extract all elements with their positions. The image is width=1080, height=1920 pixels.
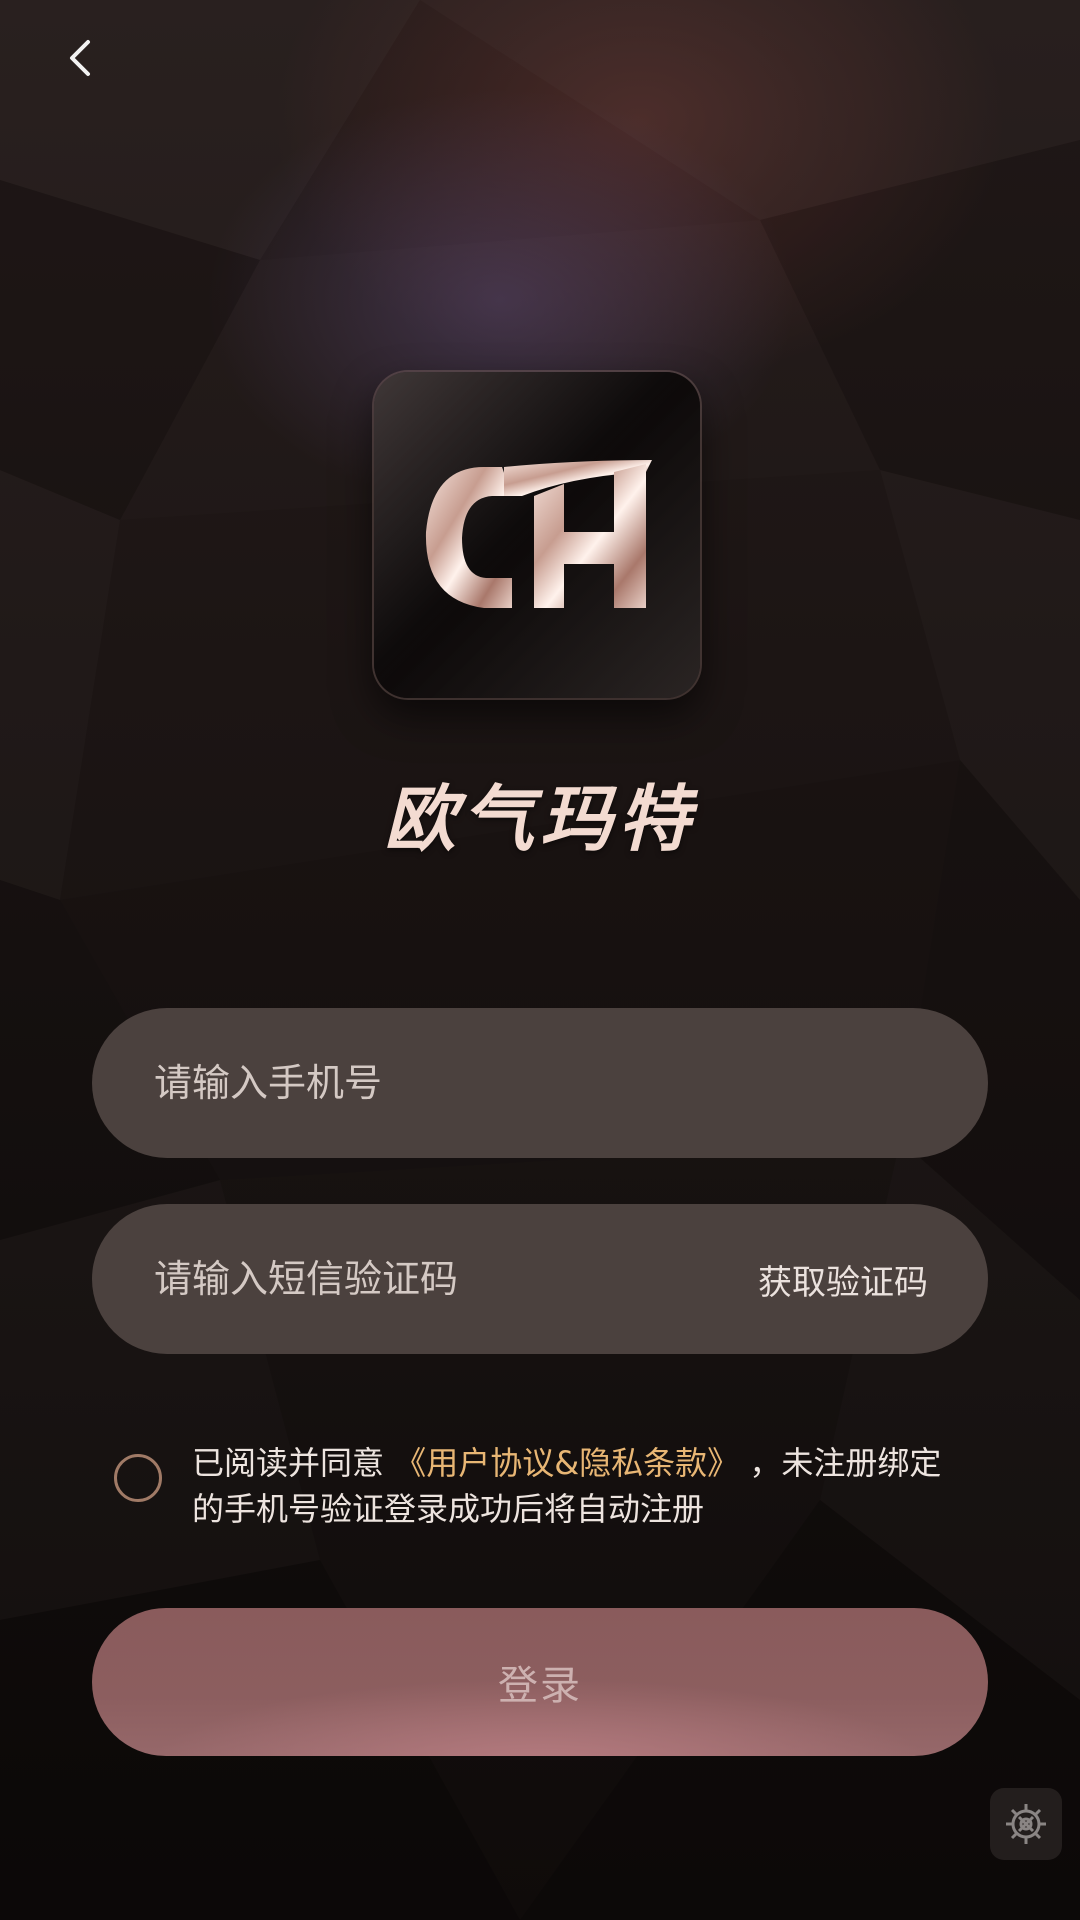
- phone-field[interactable]: [92, 1007, 988, 1159]
- agreement-text: 已阅读并同意 《用户协议&隐私条款》 ，未注册绑定的手机号验证登录成功后将自动注…: [192, 1440, 972, 1532]
- user-agreement-link[interactable]: 《用户协议&隐私条款》: [394, 1444, 739, 1482]
- login-screen: 欧气玛特 获取验证码 已阅读并同意 《用户协议&隐私条款》 ，未注册绑定的手机号…: [0, 0, 1080, 1920]
- ch-logo-icon: [374, 372, 700, 698]
- brand-name: 欧气玛特: [383, 777, 696, 861]
- sms-code-field[interactable]: 获取验证码: [92, 1203, 988, 1355]
- settings-button[interactable]: [990, 1788, 1062, 1860]
- back-button[interactable]: [52, 30, 108, 86]
- get-code-button[interactable]: 获取验证码: [758, 1255, 928, 1304]
- chevron-left-icon: [70, 40, 90, 76]
- app-logo: [374, 372, 700, 698]
- agreement-prefix: 已阅读并同意: [192, 1444, 385, 1482]
- login-button[interactable]: 登录: [92, 1608, 988, 1756]
- sms-code-input[interactable]: [152, 1203, 758, 1355]
- gear-icon: [1006, 1804, 1046, 1844]
- agreement-checkbox[interactable]: [114, 1454, 162, 1502]
- phone-input[interactable]: [152, 1007, 928, 1159]
